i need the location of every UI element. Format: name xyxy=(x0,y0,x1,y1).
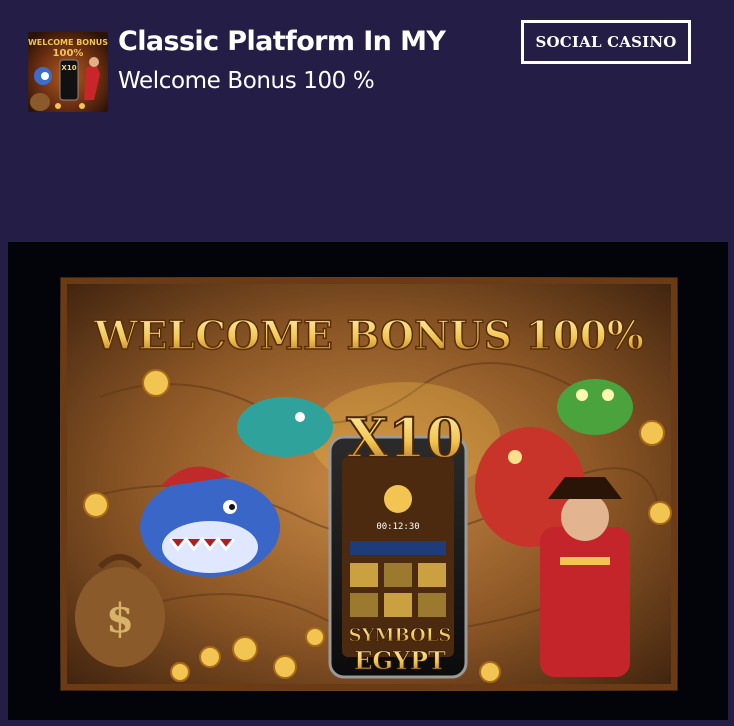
promo-banner-image[interactable]: WELCOME BONUS 100% 00:12:30 X10 $ SYMBOL… xyxy=(60,277,678,691)
icon-percent: 100% xyxy=(53,48,84,59)
banner-phone-coin xyxy=(384,485,412,513)
app-icon-artwork: WELCOME BONUS 100% X10 xyxy=(28,32,108,112)
app-icon[interactable]: WELCOME BONUS 100% X10 xyxy=(28,32,108,112)
banner-frog xyxy=(557,379,633,435)
icon-money-bag xyxy=(30,93,50,111)
icon-multiplier: X10 xyxy=(61,64,76,72)
icon-headline: WELCOME BONUS xyxy=(28,38,108,47)
banner-game-logo-line2: EGYPT xyxy=(354,646,446,675)
social-casino-badge[interactable]: SOCIAL CASINO xyxy=(521,20,691,64)
banner-headline: WELCOME BONUS 100% xyxy=(93,313,644,359)
app-header: WELCOME BONUS 100% X10 Classic Platform … xyxy=(0,0,734,240)
banner-game-logo-line1: SYMBOLS xyxy=(349,625,452,646)
banner-top-shark xyxy=(237,397,333,457)
svg-text:$: $ xyxy=(106,595,134,642)
app-subtitle: Welcome Bonus 100 % xyxy=(118,68,375,94)
banner-phone-bar xyxy=(350,541,446,555)
banner-pirate xyxy=(540,527,630,677)
app-title: Classic Platform In MY xyxy=(118,26,446,57)
banner-phone-timer: 00:12:30 xyxy=(376,522,419,532)
banner-multiplier: X10 xyxy=(346,406,463,470)
